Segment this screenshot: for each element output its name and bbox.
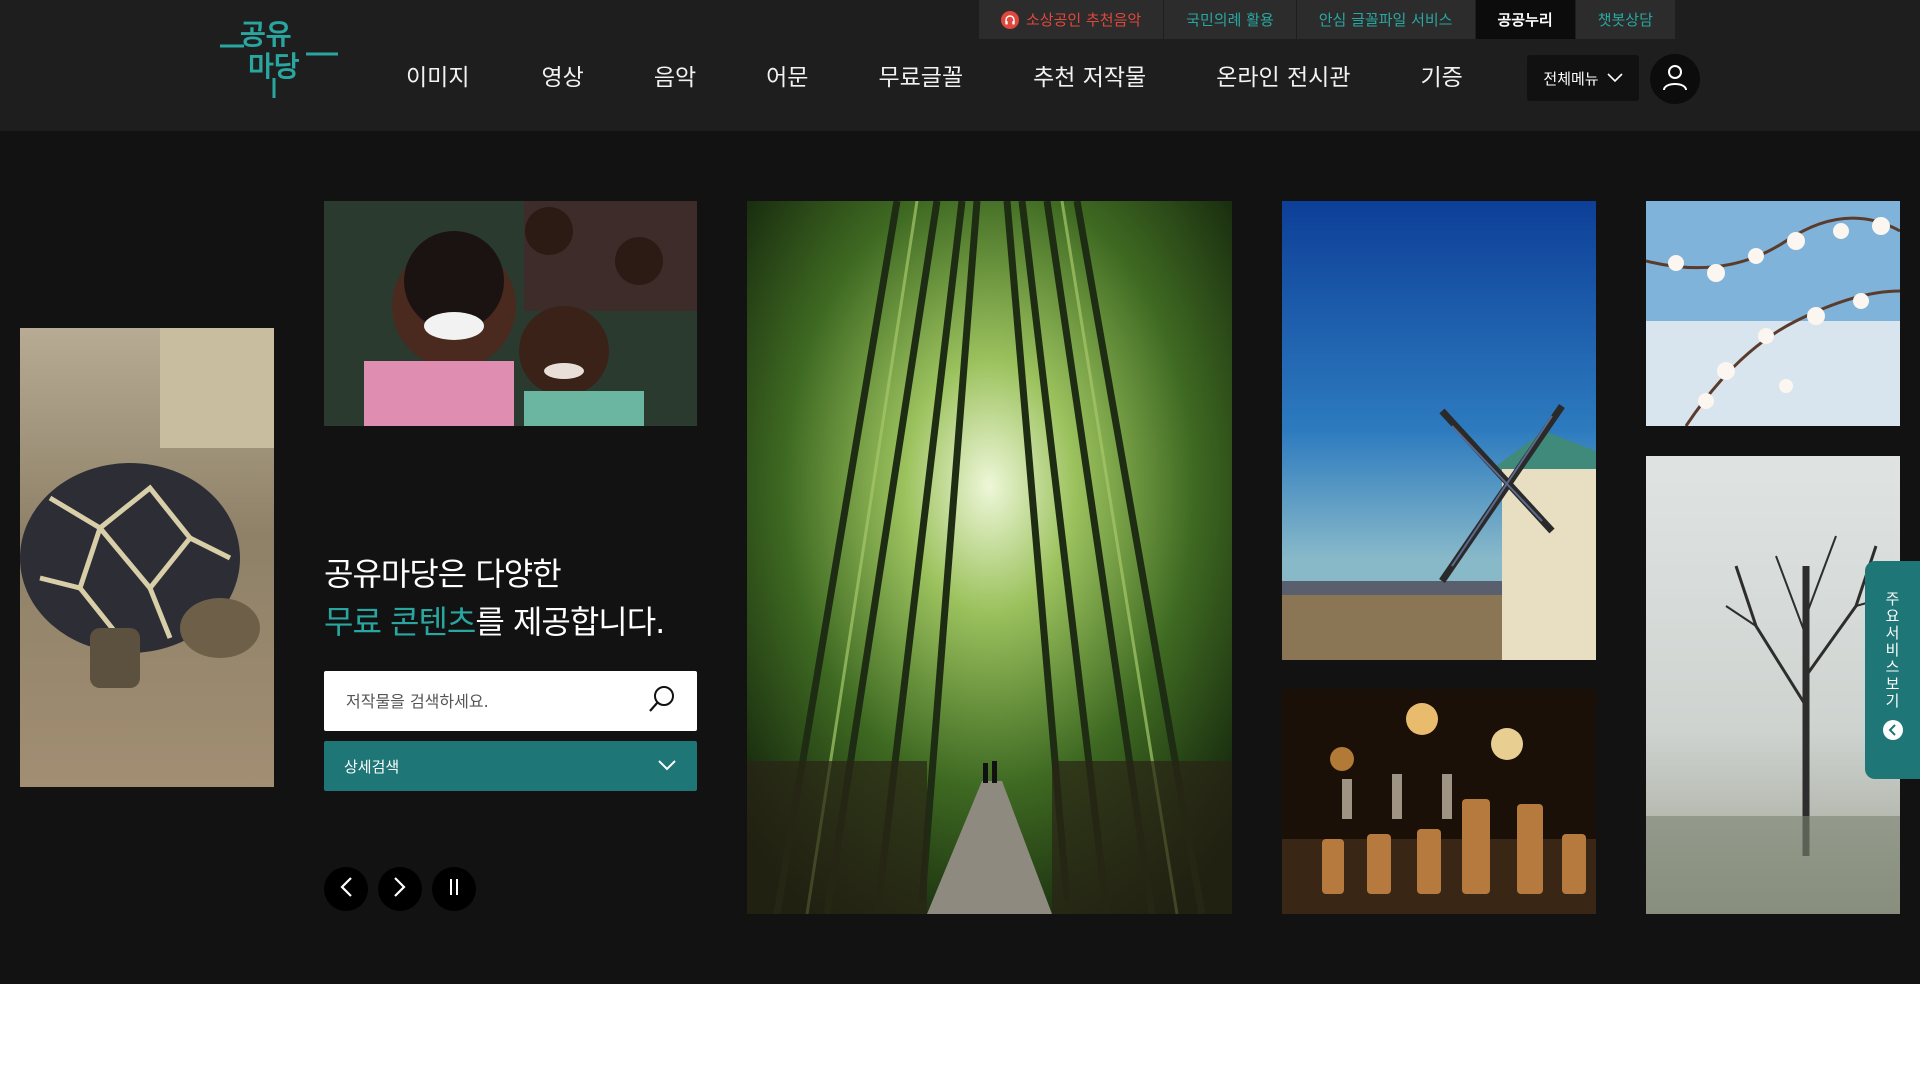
topbar-item-music[interactable]: 소상공인 추천음악 (979, 0, 1165, 39)
all-menu-button[interactable]: 전체메뉴 (1527, 55, 1639, 101)
windmill-photo[interactable] (1282, 201, 1596, 660)
hero-section: 공유마당은 다양한 무료 콘텐츠를 제공합니다. 상세검색 (0, 131, 1920, 984)
nav-item-video[interactable]: 영상 (541, 58, 583, 92)
utility-bar: 소상공인 추천음악 국민의례 활용 안심 글꼴파일 서비스 공공누리 챗봇상담 (979, 0, 1676, 39)
chevron-left-circle-icon (1882, 720, 1903, 740)
topbar-label: 안심 글꼴파일 서비스 (1318, 11, 1453, 29)
prev-button[interactable] (324, 867, 368, 911)
chevron-right-icon (393, 876, 407, 902)
chevron-down-icon (657, 757, 677, 775)
hero-headline: 공유마당은 다양한 무료 콘텐츠를 제공합니다. (324, 550, 665, 646)
all-menu-label: 전체메뉴 (1543, 69, 1599, 88)
nav-item-image[interactable]: 이미지 (406, 58, 469, 92)
pause-icon (447, 877, 461, 901)
hero-headline-line2: 무료 콘텐츠를 제공합니다. (324, 598, 665, 646)
nav-item-font[interactable]: 무료글꼴 (878, 58, 963, 92)
topbar-item-kogl[interactable]: 공공누리 (1475, 0, 1576, 39)
headphone-icon (1001, 10, 1019, 29)
topbar-label: 소상공인 추천음악 (1026, 11, 1142, 29)
advanced-search-button[interactable]: 상세검색 (324, 741, 697, 791)
chevron-down-icon (1607, 69, 1623, 87)
topbar-label: 국민의례 활용 (1186, 11, 1274, 29)
chevron-left-icon (339, 876, 353, 902)
topbar-item-font[interactable]: 안심 글꼴파일 서비스 (1296, 0, 1476, 39)
nav-item-text[interactable]: 어문 (766, 58, 808, 92)
main-nav: 이미지 영상 음악 어문 무료글꼴 추천 저작물 온라인 전시관 기증 (406, 58, 1463, 92)
chess-photo[interactable] (1282, 689, 1596, 914)
svg-text:공유: 공유 (240, 18, 292, 51)
search-box (324, 671, 697, 731)
bamboo-forest-photo[interactable] (747, 201, 1232, 914)
topbar-label: 챗봇상담 (1597, 11, 1653, 29)
logo-mark: 공유 마당 (220, 18, 338, 98)
next-button[interactable] (378, 867, 422, 911)
topbar-item-ceremony[interactable]: 국민의례 활용 (1164, 0, 1297, 39)
turtle-photo[interactable] (20, 328, 274, 787)
nav-item-music[interactable]: 음악 (654, 58, 696, 92)
nav-item-exhibition[interactable]: 온라인 전시관 (1216, 58, 1350, 92)
hero-headline-line1: 공유마당은 다양한 (324, 555, 562, 593)
cherry-blossom-photo[interactable] (1646, 201, 1900, 426)
nav-item-recommended[interactable]: 추천 저작물 (1033, 58, 1146, 92)
main-services-label: 주요서비스보기 (1885, 590, 1900, 710)
search-input[interactable] (344, 690, 647, 712)
children-photo[interactable] (324, 201, 697, 426)
user-button[interactable] (1650, 54, 1700, 104)
site-logo[interactable]: 공유 마당 (220, 14, 338, 98)
topbar-item-chatbot[interactable]: 챗봇상담 (1575, 0, 1676, 39)
search-icon[interactable] (647, 684, 677, 718)
main-services-tab[interactable]: 주요서비스보기 (1865, 561, 1920, 779)
nav-item-donation[interactable]: 기증 (1421, 58, 1463, 92)
hero-headline-accent: 무료 콘텐츠 (324, 603, 476, 641)
advanced-search-label: 상세검색 (344, 757, 400, 776)
user-icon (1661, 63, 1689, 95)
misty-tree-photo[interactable] (1646, 456, 1900, 914)
pause-button[interactable] (432, 867, 476, 911)
site-header: 공유 마당 소상공인 추천음악 국민의례 활용 안심 글꼴파일 서비스 공공누리 (0, 0, 1920, 131)
hero-headline-rest: 를 제공합니다. (475, 603, 665, 641)
topbar-label: 공공누리 (1497, 11, 1553, 29)
